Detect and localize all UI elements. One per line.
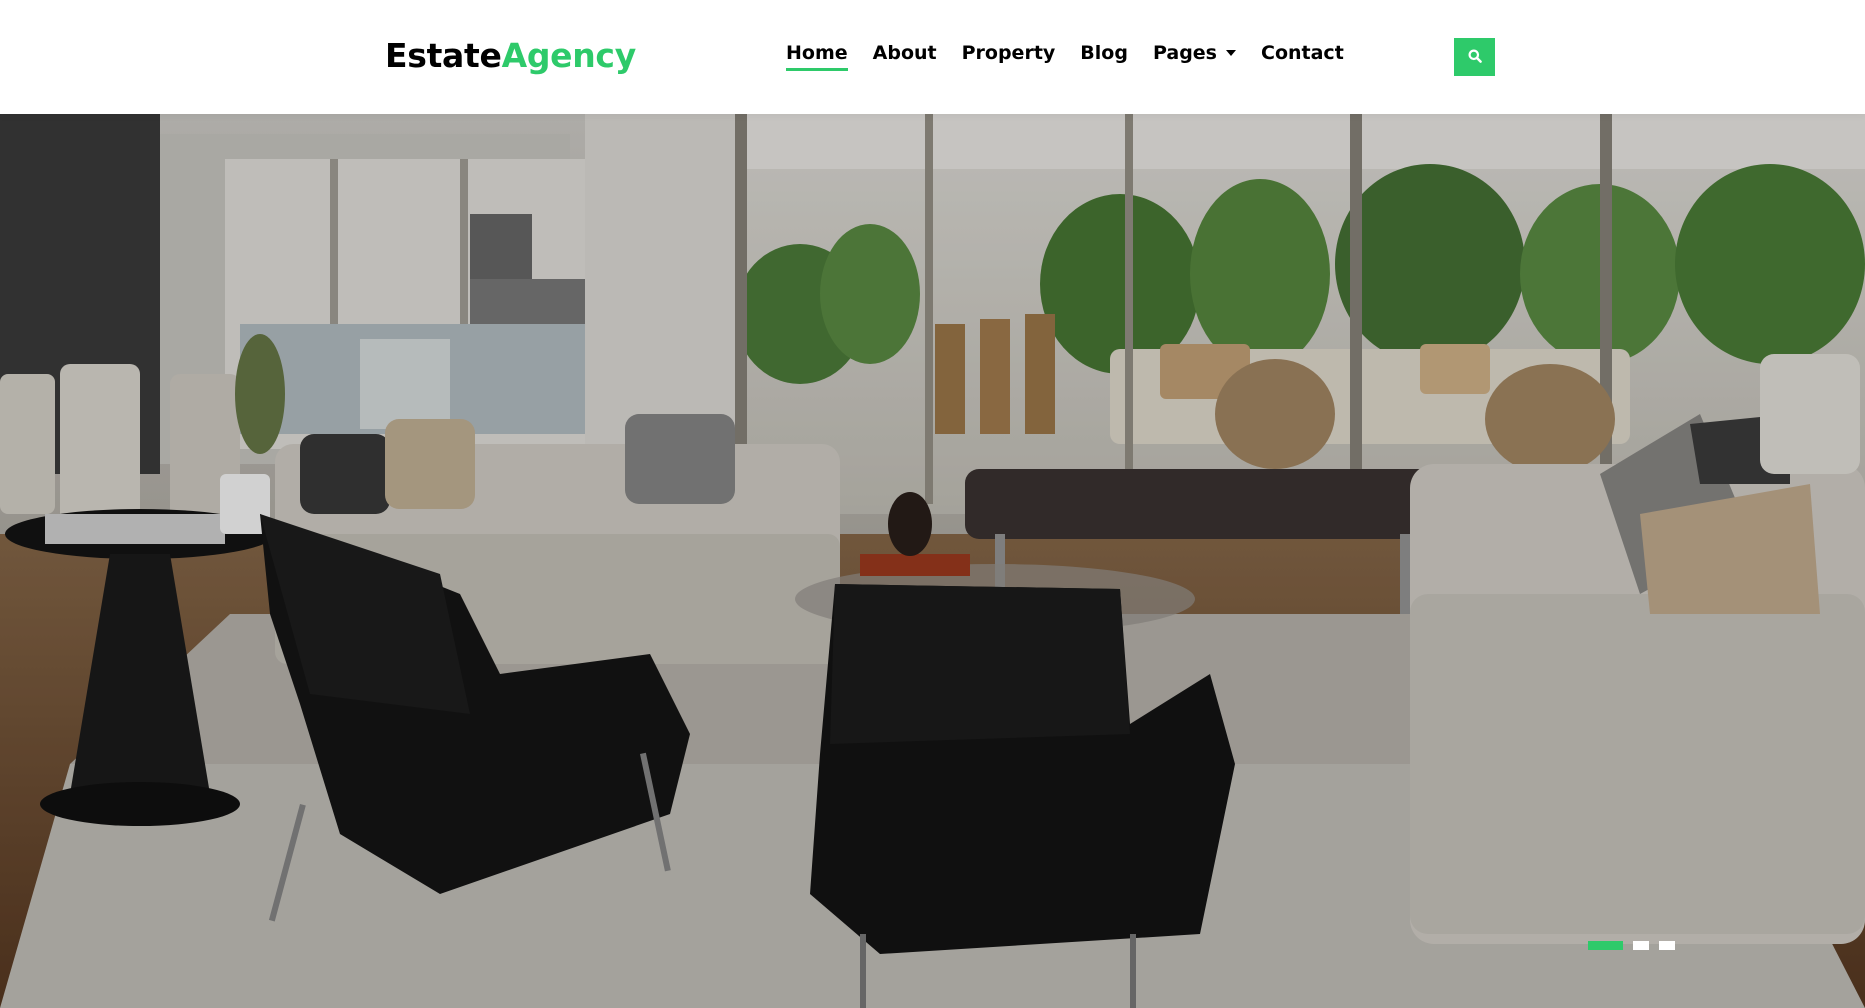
hero-dark-overlay [0, 114, 1865, 1008]
brand-name-part-1: Estate [385, 36, 502, 75]
carousel-dot-3[interactable] [1659, 941, 1675, 950]
hero-carousel [0, 114, 1865, 1008]
site-header: EstateAgency Home About Property Blog Pa… [0, 0, 1865, 114]
nav-item-home[interactable]: Home [786, 40, 848, 71]
nav-item-about[interactable]: About [873, 40, 937, 66]
carousel-dot-2[interactable] [1633, 941, 1649, 950]
nav-item-property[interactable]: Property [962, 40, 1056, 66]
nav-item-label: Pages [1152, 42, 1217, 64]
search-button[interactable] [1454, 38, 1495, 76]
brand-logo[interactable]: EstateAgency [385, 34, 636, 78]
chevron-down-icon [1226, 50, 1236, 56]
carousel-indicators [1588, 941, 1685, 950]
nav-item-blog[interactable]: Blog [1080, 40, 1128, 66]
nav-item-contact[interactable]: Contact [1261, 40, 1344, 66]
main-nav: Home About Property Blog Pages Contact [786, 40, 1369, 71]
nav-item-label: Blog [1080, 42, 1128, 64]
nav-item-label: Home [786, 42, 848, 64]
brand-name-part-2: Agency [501, 36, 637, 75]
carousel-dot-1[interactable] [1588, 941, 1623, 950]
nav-item-label: About [872, 42, 937, 64]
nav-item-label: Property [961, 42, 1056, 64]
nav-item-pages[interactable]: Pages [1153, 40, 1236, 66]
nav-item-label: Contact [1261, 42, 1344, 64]
search-icon [1468, 48, 1482, 67]
